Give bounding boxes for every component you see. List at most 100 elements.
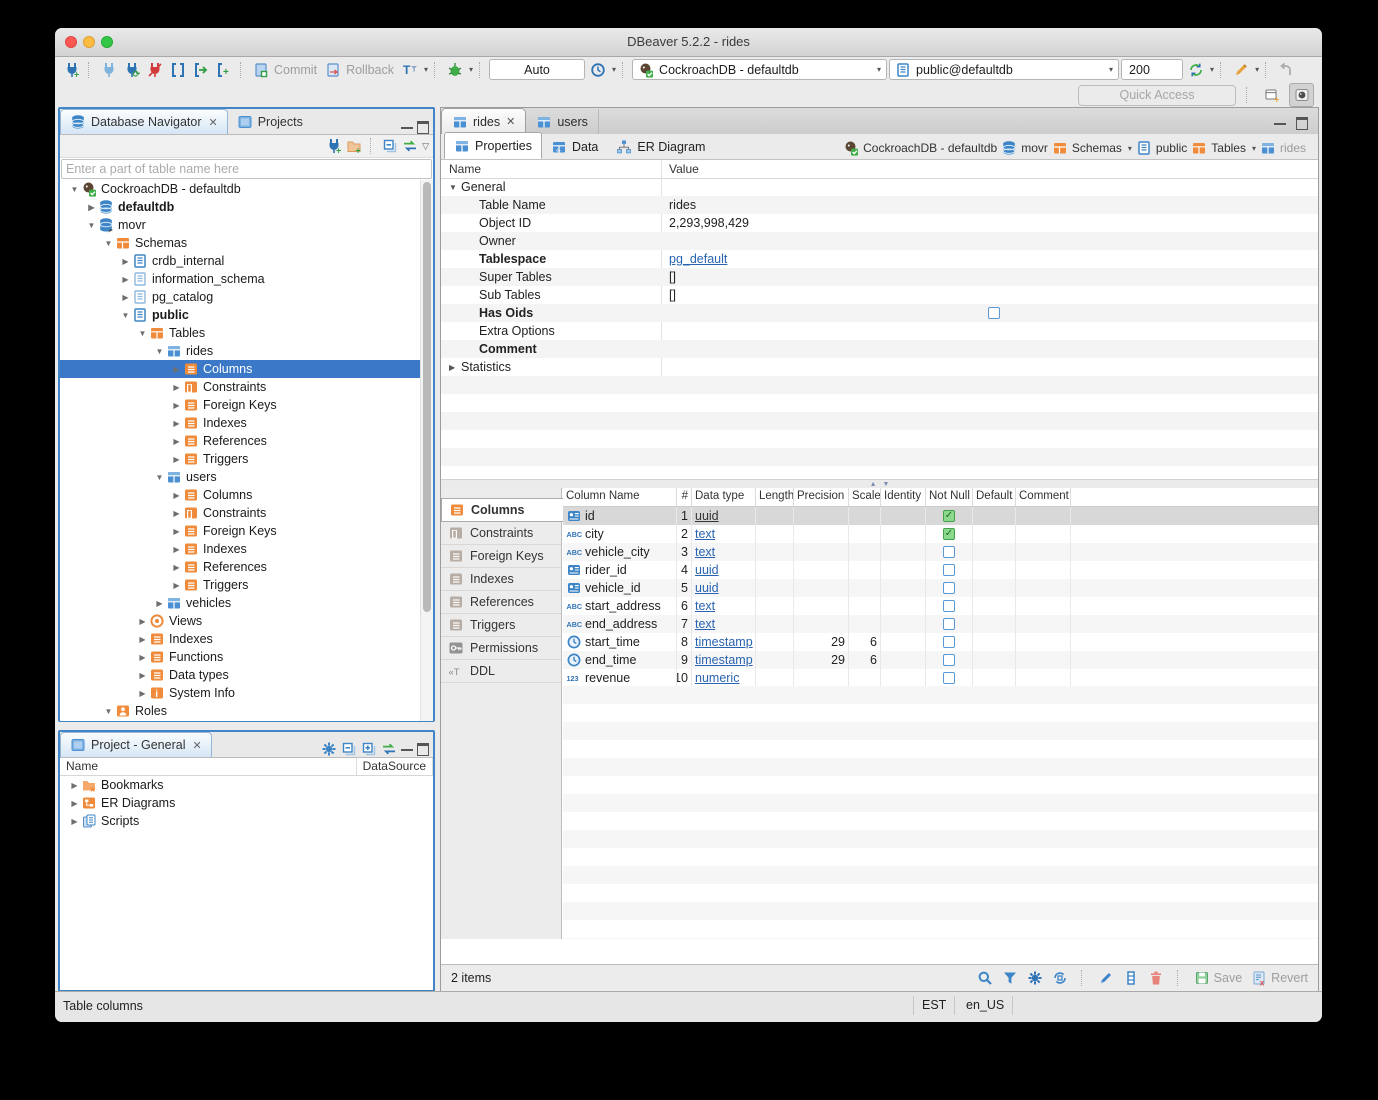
fetch-size-input[interactable]	[1127, 62, 1177, 78]
connection-combo[interactable]: CockroachDB - defaultdb ▾	[632, 59, 887, 80]
expand-arrow-icon[interactable]: ▶	[170, 419, 183, 428]
column-header-name[interactable]: Name	[60, 758, 357, 775]
not-null-checkbox[interactable]	[943, 600, 955, 612]
table-row-city[interactable]: ABCcity2text✓	[563, 525, 1318, 543]
tree-item-functions[interactable]: ▶Functions	[60, 648, 433, 666]
expand-arrow-icon[interactable]: ▶	[136, 617, 149, 626]
data-type-link[interactable]: text	[695, 599, 715, 613]
sash-down-icon[interactable]: ▼	[883, 481, 890, 488]
column-view-icon[interactable]	[1123, 970, 1139, 986]
expand-arrow-icon[interactable]: ▶	[119, 275, 132, 284]
view-menu-icon[interactable]: ▽	[422, 141, 429, 152]
not-null-checkbox[interactable]	[943, 546, 955, 558]
expand-arrow-icon[interactable]: ▶	[136, 689, 149, 698]
collapse-arrow-icon[interactable]: ▼	[102, 239, 115, 248]
expand-arrow-icon[interactable]: ▶	[153, 599, 166, 608]
tree-item-views[interactable]: ▶Views	[60, 612, 433, 630]
grid-header-not-null[interactable]: Not Null	[926, 488, 973, 506]
expand-arrow-icon[interactable]: ▶	[170, 455, 183, 464]
property-row-object-id[interactable]: Object ID2,293,998,429	[441, 214, 1318, 232]
quick-access-field[interactable]: Quick Access	[1078, 85, 1236, 106]
tree-item-pg-catalog[interactable]: ▶pg_catalog	[60, 288, 433, 306]
dbeaver-perspective-button[interactable]	[1289, 83, 1314, 107]
commit-icon[interactable]	[250, 59, 271, 80]
tree-item-foreign-keys[interactable]: ▶Foreign Keys	[60, 522, 433, 540]
settings-icon[interactable]	[1027, 970, 1043, 986]
tree-item-er-diagrams[interactable]: ▶ER Diagrams	[60, 794, 433, 812]
edit-button[interactable]	[1230, 59, 1251, 80]
project-settings-icon[interactable]	[321, 741, 337, 757]
new-folder-icon[interactable]: +	[346, 138, 362, 154]
tree-item-roles[interactable]: ▼Roles	[60, 702, 433, 720]
collapse-all-icon[interactable]	[341, 741, 357, 757]
tree-item-indexes[interactable]: ▶Indexes	[60, 630, 433, 648]
not-null-checkbox[interactable]	[943, 582, 955, 594]
not-null-checkbox[interactable]	[943, 564, 955, 576]
refresh-caret[interactable]: ▾	[1210, 65, 1214, 74]
table-filter-input[interactable]	[61, 159, 432, 179]
tree-item-information-schema[interactable]: ▶information_schema	[60, 270, 433, 288]
detail-tab-ddl[interactable]: «TDDL	[441, 660, 561, 683]
collapse-arrow-icon[interactable]: ▼	[102, 707, 115, 716]
expand-arrow-icon[interactable]: ▶	[136, 635, 149, 644]
tree-item-triggers[interactable]: ▶Triggers	[60, 450, 433, 468]
breadcrumb-item[interactable]: movr	[1001, 140, 1048, 156]
not-null-checkbox[interactable]: ✓	[943, 510, 955, 522]
collapse-all-icon[interactable]	[382, 138, 398, 154]
grid-header--[interactable]: #	[677, 488, 692, 506]
open-sql-script-button[interactable]	[190, 59, 211, 80]
tree-item-scripts[interactable]: ▶Scripts	[60, 812, 433, 830]
navigator-scrollbar[interactable]	[420, 180, 433, 721]
data-type-link[interactable]: uuid	[695, 509, 719, 523]
debug-button[interactable]	[444, 59, 465, 80]
not-null-checkbox[interactable]	[943, 654, 955, 666]
detail-tab-columns[interactable]: Columns	[441, 498, 572, 522]
expand-all-icon[interactable]	[361, 741, 377, 757]
property-row-comment[interactable]: Comment	[441, 340, 1318, 358]
not-null-checkbox[interactable]	[943, 636, 955, 648]
edit-row-icon[interactable]	[1098, 970, 1114, 986]
expand-arrow-icon[interactable]: ▶	[68, 781, 81, 790]
tab-project-general[interactable]: Project - General ✕	[60, 732, 212, 757]
grid-header-scale[interactable]: Scale	[849, 488, 881, 506]
tree-item-triggers[interactable]: ▶Triggers	[60, 576, 433, 594]
property-row-general[interactable]: ▼General	[441, 178, 1318, 196]
tab-projects[interactable]: Projects	[228, 110, 312, 134]
table-row-end_time[interactable]: end_time9timestamp296	[563, 651, 1318, 669]
tree-item-indexes[interactable]: ▶Indexes	[60, 414, 433, 432]
tree-item-movr[interactable]: ▼movr	[60, 216, 433, 234]
property-row-table-name[interactable]: Table Namerides	[441, 196, 1318, 214]
minimize-editor-button[interactable]	[1274, 118, 1286, 125]
data-type-link[interactable]: timestamp	[695, 635, 753, 649]
tree-item-cockroachdb-defaultdb[interactable]: ▼CockroachDB - defaultdb	[60, 180, 433, 198]
grid-header-identity[interactable]: Identity	[881, 488, 926, 506]
tree-item-references[interactable]: ▶References	[60, 558, 433, 576]
transaction-log-caret[interactable]: ▾	[612, 65, 616, 74]
rollback-button[interactable]: Rollback	[346, 63, 394, 77]
expand-arrow-icon[interactable]: ▶	[68, 817, 81, 826]
debug-caret[interactable]: ▾	[469, 65, 473, 74]
expand-arrow-icon[interactable]: ▶	[68, 799, 81, 808]
breadcrumb-item[interactable]: rides	[1260, 140, 1306, 156]
expand-arrow-icon[interactable]: ▶	[170, 437, 183, 446]
search-icon[interactable]	[977, 970, 993, 986]
expand-arrow-icon[interactable]: ▶	[136, 671, 149, 680]
tree-item-defaultdb[interactable]: ▶defaultdb	[60, 198, 433, 216]
save-button[interactable]: Save	[1194, 970, 1243, 986]
property-row-sub-tables[interactable]: Sub Tables[]	[441, 286, 1318, 304]
refresh-button[interactable]	[1185, 59, 1206, 80]
breadcrumb-item[interactable]: Schemas▾	[1052, 140, 1132, 156]
reconnect-button[interactable]: ⟳	[121, 59, 142, 80]
tree-item-foreign-keys[interactable]: ▶Foreign Keys	[60, 396, 433, 414]
column-header-datasource[interactable]: DataSource	[357, 758, 433, 775]
tree-item-users[interactable]: ▼users	[60, 468, 433, 486]
properties-value-header[interactable]: Value	[669, 162, 699, 176]
transaction-mode-button[interactable]: T	[399, 59, 420, 80]
has-oids-checkbox[interactable]	[988, 307, 1000, 319]
tree-item-data-types[interactable]: ▶Data types	[60, 666, 433, 684]
property-row-has-oids[interactable]: Has Oids	[441, 304, 1318, 322]
tree-item-indexes[interactable]: ▶Indexes	[60, 540, 433, 558]
commit-button[interactable]: Commit	[274, 63, 317, 77]
filter-icon[interactable]	[1002, 970, 1018, 986]
fetch-size-field[interactable]	[1121, 59, 1183, 80]
